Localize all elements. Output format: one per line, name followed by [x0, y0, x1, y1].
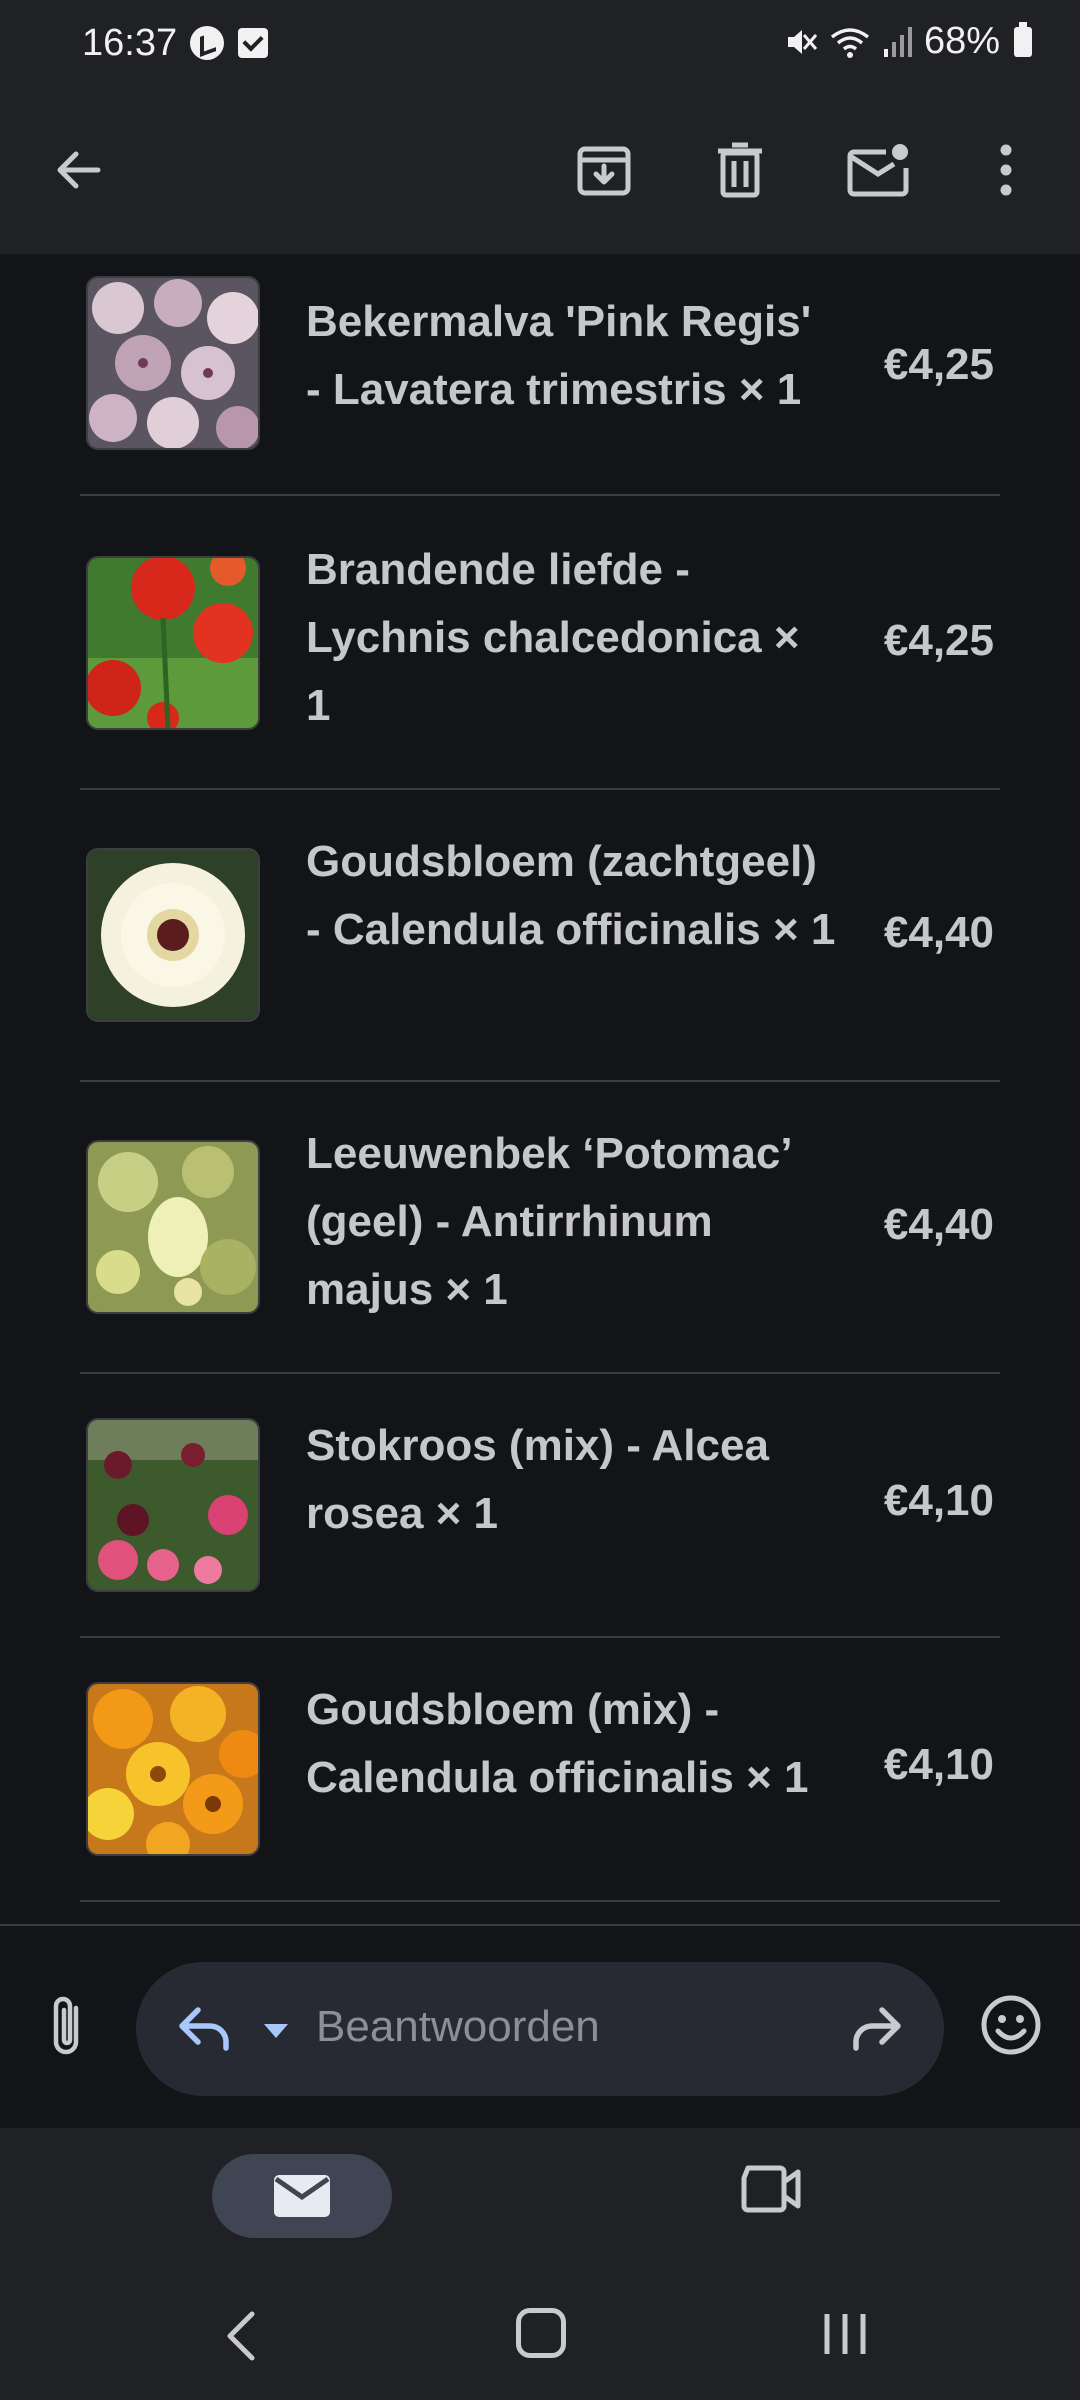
emoji-button[interactable] — [978, 1992, 1044, 2058]
emoji-icon — [981, 1995, 1041, 2055]
reply-bar: Beantwoorden — [0, 1924, 1080, 2130]
more-options-button[interactable] — [968, 132, 1044, 208]
order-item: Goudsbloem (mix) - Calendula officinalis… — [80, 1636, 1000, 1902]
status-bar: 16:37 68% — [0, 0, 1080, 92]
tab-mail[interactable] — [212, 2154, 392, 2238]
mute-icon — [787, 29, 818, 54]
email-toolbar — [0, 92, 1080, 254]
check-status-icon — [238, 28, 268, 58]
item-name: Stokroos (mix) - Alcea rosea × 1 — [306, 1421, 769, 1538]
status-notification-icons — [190, 26, 268, 60]
delete-icon — [718, 142, 762, 198]
mark-unread-button[interactable] — [838, 132, 918, 208]
item-price: €4,25 — [883, 340, 994, 389]
item-name: Goudsbloem (zachtgeel) - Calendula offic… — [306, 837, 836, 954]
wifi-icon — [830, 27, 870, 58]
tab-meet[interactable] — [740, 2164, 816, 2228]
product-image — [86, 1682, 260, 1856]
chevron-down-icon[interactable] — [256, 2010, 296, 2050]
system-home-icon[interactable] — [516, 2308, 566, 2358]
mark-unread-icon — [847, 144, 909, 197]
alarm-status-icon — [190, 26, 224, 60]
forward-icon[interactable] — [844, 1996, 908, 2060]
mail-icon — [274, 2175, 330, 2217]
item-price: €4,10 — [883, 1740, 994, 1789]
system-recents-icon[interactable] — [822, 2312, 868, 2356]
item-name: Goudsbloem (mix) - Calendula officinalis… — [306, 1685, 809, 1802]
order-item: Stokroos (mix) - Alcea rosea × 1 €4,10 — [80, 1372, 1000, 1638]
status-system-icons: 68% — [784, 20, 1032, 63]
bottom-navigation — [0, 2128, 1080, 2268]
item-name: Bekermalva 'Pink Regis' - Lavatera trime… — [306, 297, 812, 414]
back-button[interactable] — [40, 132, 116, 208]
product-image — [86, 276, 260, 450]
item-price: €4,40 — [883, 1200, 994, 1249]
product-image — [86, 556, 260, 730]
reply-field[interactable]: Beantwoorden — [136, 1962, 944, 2096]
product-image — [86, 1140, 260, 1314]
battery-percent: 68% — [923, 20, 1000, 62]
system-back-icon[interactable] — [218, 2308, 264, 2364]
email-body[interactable]: Bekermalva 'Pink Regis' - Lavatera trime… — [0, 254, 1080, 1924]
delete-button[interactable] — [702, 132, 778, 208]
product-image — [86, 1418, 260, 1592]
order-item: Bekermalva 'Pink Regis' - Lavatera trime… — [80, 254, 1000, 496]
reply-icon[interactable] — [172, 1996, 236, 2060]
item-name: Brandende liefde - Lychnis chalcedonica … — [306, 545, 800, 730]
archive-button[interactable] — [566, 132, 642, 208]
system-navigation — [0, 2268, 1080, 2400]
order-item: Brandende liefde - Lychnis chalcedonica … — [80, 496, 1000, 790]
attachment-icon — [53, 1996, 79, 2055]
attach-button[interactable] — [36, 1988, 96, 2064]
video-camera-icon — [741, 2165, 801, 2213]
item-price: €4,40 — [883, 908, 994, 957]
reply-placeholder[interactable]: Beantwoorden — [316, 2002, 600, 2052]
item-price: €4,25 — [883, 616, 994, 665]
item-price: €4,10 — [883, 1476, 994, 1525]
item-name: Leeuwenbek ‘Potomac’ (geel) - Antirrhinu… — [306, 1129, 791, 1314]
archive-icon — [577, 146, 631, 196]
more-vert-icon — [1000, 144, 1012, 196]
battery-icon — [1014, 21, 1032, 57]
back-arrow-icon — [57, 151, 101, 189]
status-time: 16:37 — [82, 22, 178, 64]
order-item: Leeuwenbek ‘Potomac’ (geel) - Antirrhinu… — [80, 1080, 1000, 1374]
order-item: Goudsbloem (zachtgeel) - Calendula offic… — [80, 788, 1000, 1082]
product-image — [86, 848, 260, 1022]
signal-icon — [883, 26, 912, 57]
